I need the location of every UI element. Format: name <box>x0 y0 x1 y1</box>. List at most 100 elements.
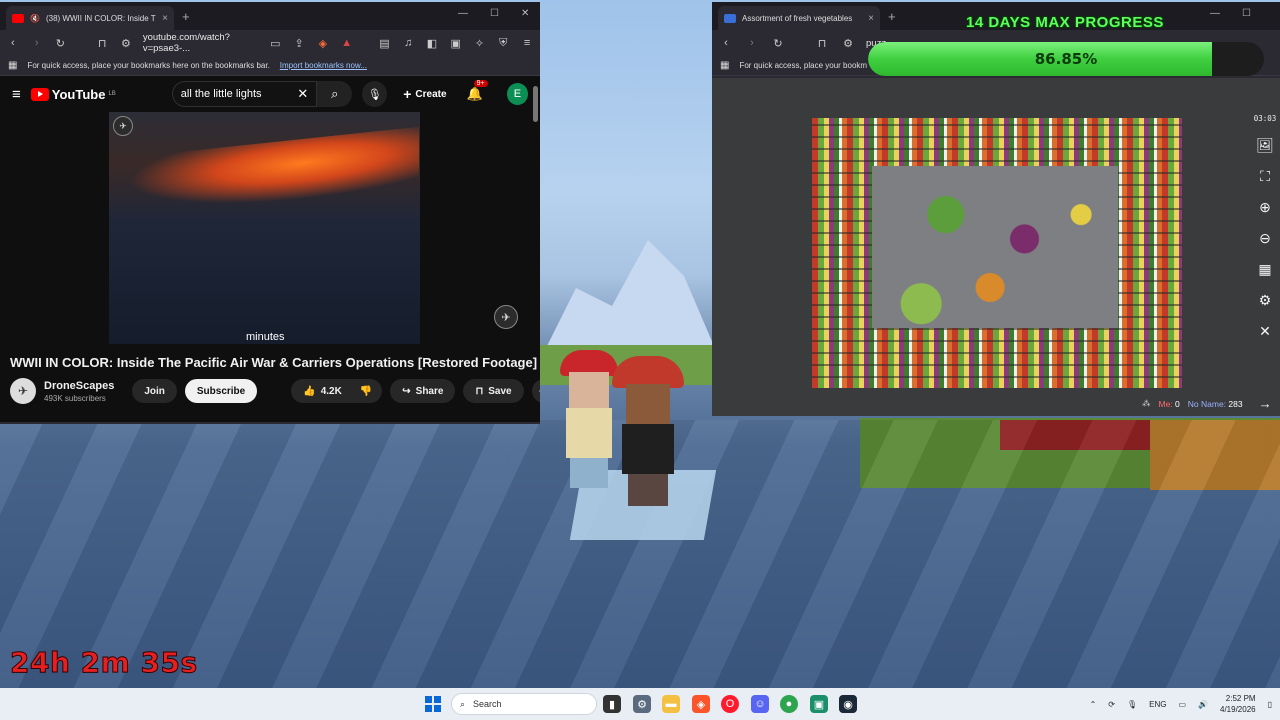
tab-youtube[interactable]: 🔇 (38) WWII IN COLOR: Inside T × <box>6 6 174 30</box>
fullscreen-icon[interactable]: ⛶ <box>1256 167 1274 185</box>
video-player[interactable]: ✈ <box>109 112 420 344</box>
steam-icon[interactable]: ◉ <box>839 695 857 713</box>
channel-avatar[interactable]: ✈ <box>10 378 36 404</box>
create-button[interactable]: + Create <box>403 86 446 102</box>
thumbs-up-icon: 👍 <box>303 385 316 397</box>
forward-icon[interactable]: › <box>30 37 44 49</box>
clear-search-icon[interactable]: ✕ <box>297 86 308 102</box>
microphone-icon: 🎙 <box>367 88 382 101</box>
sidebar-icon[interactable]: ◧ <box>425 37 439 50</box>
bookmarks-bar: ▦ For quick access, place your bookmarks… <box>0 56 540 76</box>
clock[interactable]: 2:52 PM 4/19/2026 <box>1220 693 1256 715</box>
minimize-icon[interactable]: — <box>458 8 468 19</box>
mountain <box>540 240 720 360</box>
new-tab-button[interactable]: + <box>182 9 190 24</box>
back-icon[interactable]: ‹ <box>718 37 734 49</box>
page-scrollbar[interactable] <box>533 86 538 122</box>
mute-icon[interactable]: 🔇 <box>30 14 40 23</box>
save-button[interactable]: ⊓ Save <box>463 379 524 403</box>
close-icon[interactable]: × <box>868 13 874 24</box>
grid-icon[interactable]: ▦ <box>1256 260 1274 278</box>
chevron-up-icon[interactable]: ⌃ <box>1090 700 1097 709</box>
search-input[interactable]: all the little lights ✕ <box>171 81 318 107</box>
search-button[interactable]: ⌕ <box>317 81 353 107</box>
zoom-out-icon[interactable]: ⊖ <box>1256 229 1274 247</box>
close-window-icon[interactable]: ✕ <box>521 8 529 19</box>
apps-icon[interactable]: ▦ <box>720 60 729 71</box>
address-bar[interactable]: youtube.com/watch?v=psae3-... <box>143 32 259 54</box>
system-tray: ⌃ ⟳ 🎙 ENG ▭ 🔊 2:52 PM 4/19/2026 ▯ <box>1090 688 1272 720</box>
folder-icon[interactable]: ▬ <box>662 695 680 713</box>
image-preview-icon[interactable]: 🖼 <box>1256 136 1274 154</box>
like-button[interactable]: 👍 4.2K <box>291 379 350 403</box>
back-icon[interactable]: ‹ <box>6 37 20 49</box>
maximize-icon[interactable]: ☐ <box>1242 8 1251 19</box>
music-icon[interactable]: ♫ <box>401 37 415 49</box>
channel-name[interactable]: DroneScapes <box>44 380 114 392</box>
forward-icon[interactable]: › <box>744 37 760 49</box>
import-bookmarks-link[interactable]: Import bookmarks now... <box>280 61 367 70</box>
progress-title: 14 DAYS MAX PROGRESS <box>966 14 1164 31</box>
new-tab-button[interactable]: + <box>888 9 896 24</box>
voice-search-button[interactable]: 🎙 <box>362 81 388 107</box>
arrow-right-icon[interactable]: → <box>1259 396 1272 411</box>
me-score: Me: 0 <box>1159 399 1180 409</box>
join-button[interactable]: Join <box>132 379 177 403</box>
notification-badge: 9+ <box>473 80 488 87</box>
dislike-button[interactable]: 👎 <box>349 379 383 403</box>
taskbar-search[interactable]: ⌕ Search <box>451 693 597 715</box>
player-character <box>612 356 684 506</box>
puzzle-assembled-area[interactable] <box>872 166 1118 328</box>
menu-icon[interactable]: ≡ <box>520 37 534 49</box>
close-icon[interactable]: ✕ <box>1256 322 1274 340</box>
volume-icon[interactable]: 🔊 <box>1198 700 1208 709</box>
network-icon[interactable]: ▭ <box>1178 700 1186 709</box>
reader-icon[interactable]: ▤ <box>378 37 392 50</box>
maximize-icon[interactable]: ☐ <box>490 8 499 19</box>
apps-icon[interactable]: ▦ <box>8 60 17 71</box>
discord-icon[interactable]: ☺ <box>751 695 769 713</box>
microphone-icon[interactable]: 🎙 <box>1127 700 1137 709</box>
reload-icon[interactable]: ↻ <box>770 37 786 50</box>
settings-icon[interactable]: ⚙ <box>1256 291 1274 309</box>
windows-start-icon[interactable] <box>425 696 441 712</box>
progress-bar: 86.85% <box>868 42 1264 76</box>
players-icon: ⁂ <box>1142 398 1151 408</box>
opera-icon[interactable]: O <box>721 695 739 713</box>
rewards-icon[interactable]: ▲ <box>340 37 354 49</box>
bookmark-icon[interactable]: ⊓ <box>814 37 830 50</box>
branding-watermark-icon[interactable]: ✈ <box>494 305 518 329</box>
leo-icon[interactable]: ✧ <box>473 37 487 50</box>
notifications-button[interactable]: 🔔 9+ <box>467 80 488 102</box>
language-indicator[interactable]: ENG <box>1149 700 1166 709</box>
notification-icon[interactable]: ▯ <box>1268 700 1272 709</box>
tab-puzzle[interactable]: Assortment of fresh vegetables × <box>718 6 880 30</box>
youtube-logo[interactable]: YouTube LB <box>30 87 116 102</box>
hamburger-menu-icon[interactable]: ≡ <box>12 86 21 103</box>
subscribe-button[interactable]: Subscribe <box>184 379 258 403</box>
cast-icon[interactable]: ▭ <box>269 37 283 50</box>
file-explorer-icon[interactable]: ▮ <box>603 695 621 713</box>
app-icon[interactable]: ▣ <box>810 695 828 713</box>
sync-icon[interactable]: ⟳ <box>1108 700 1115 709</box>
brave-icon[interactable]: ◈ <box>692 695 710 713</box>
create-label: Create <box>415 88 447 100</box>
brave-shield-icon[interactable]: ◈ <box>316 37 330 50</box>
minimize-icon[interactable]: — <box>1210 8 1220 19</box>
site-info-icon[interactable]: ⚙ <box>840 37 856 50</box>
close-icon[interactable]: × <box>162 13 168 24</box>
chrome-icon[interactable]: ● <box>780 695 798 713</box>
vpn-icon[interactable]: ⛨ <box>496 37 510 50</box>
reload-icon[interactable]: ↻ <box>54 37 68 50</box>
share-icon[interactable]: ⇪ <box>292 37 306 50</box>
bookmark-icon[interactable]: ⊓ <box>95 37 109 50</box>
site-info-icon[interactable]: ⚙ <box>119 37 133 50</box>
more-actions-button[interactable]: ⋯ <box>531 379 540 403</box>
zoom-in-icon[interactable]: ⊕ <box>1256 198 1274 216</box>
account-avatar[interactable]: E <box>506 83 528 105</box>
settings-icon[interactable]: ⚙ <box>633 695 651 713</box>
share-arrow-icon: ↪ <box>402 385 411 397</box>
player-scores: ⁂ Me: 0 No Name: 283 → <box>1142 396 1272 411</box>
share-button[interactable]: ↪ Share <box>390 379 456 403</box>
wallet-icon[interactable]: ▣ <box>449 37 463 50</box>
